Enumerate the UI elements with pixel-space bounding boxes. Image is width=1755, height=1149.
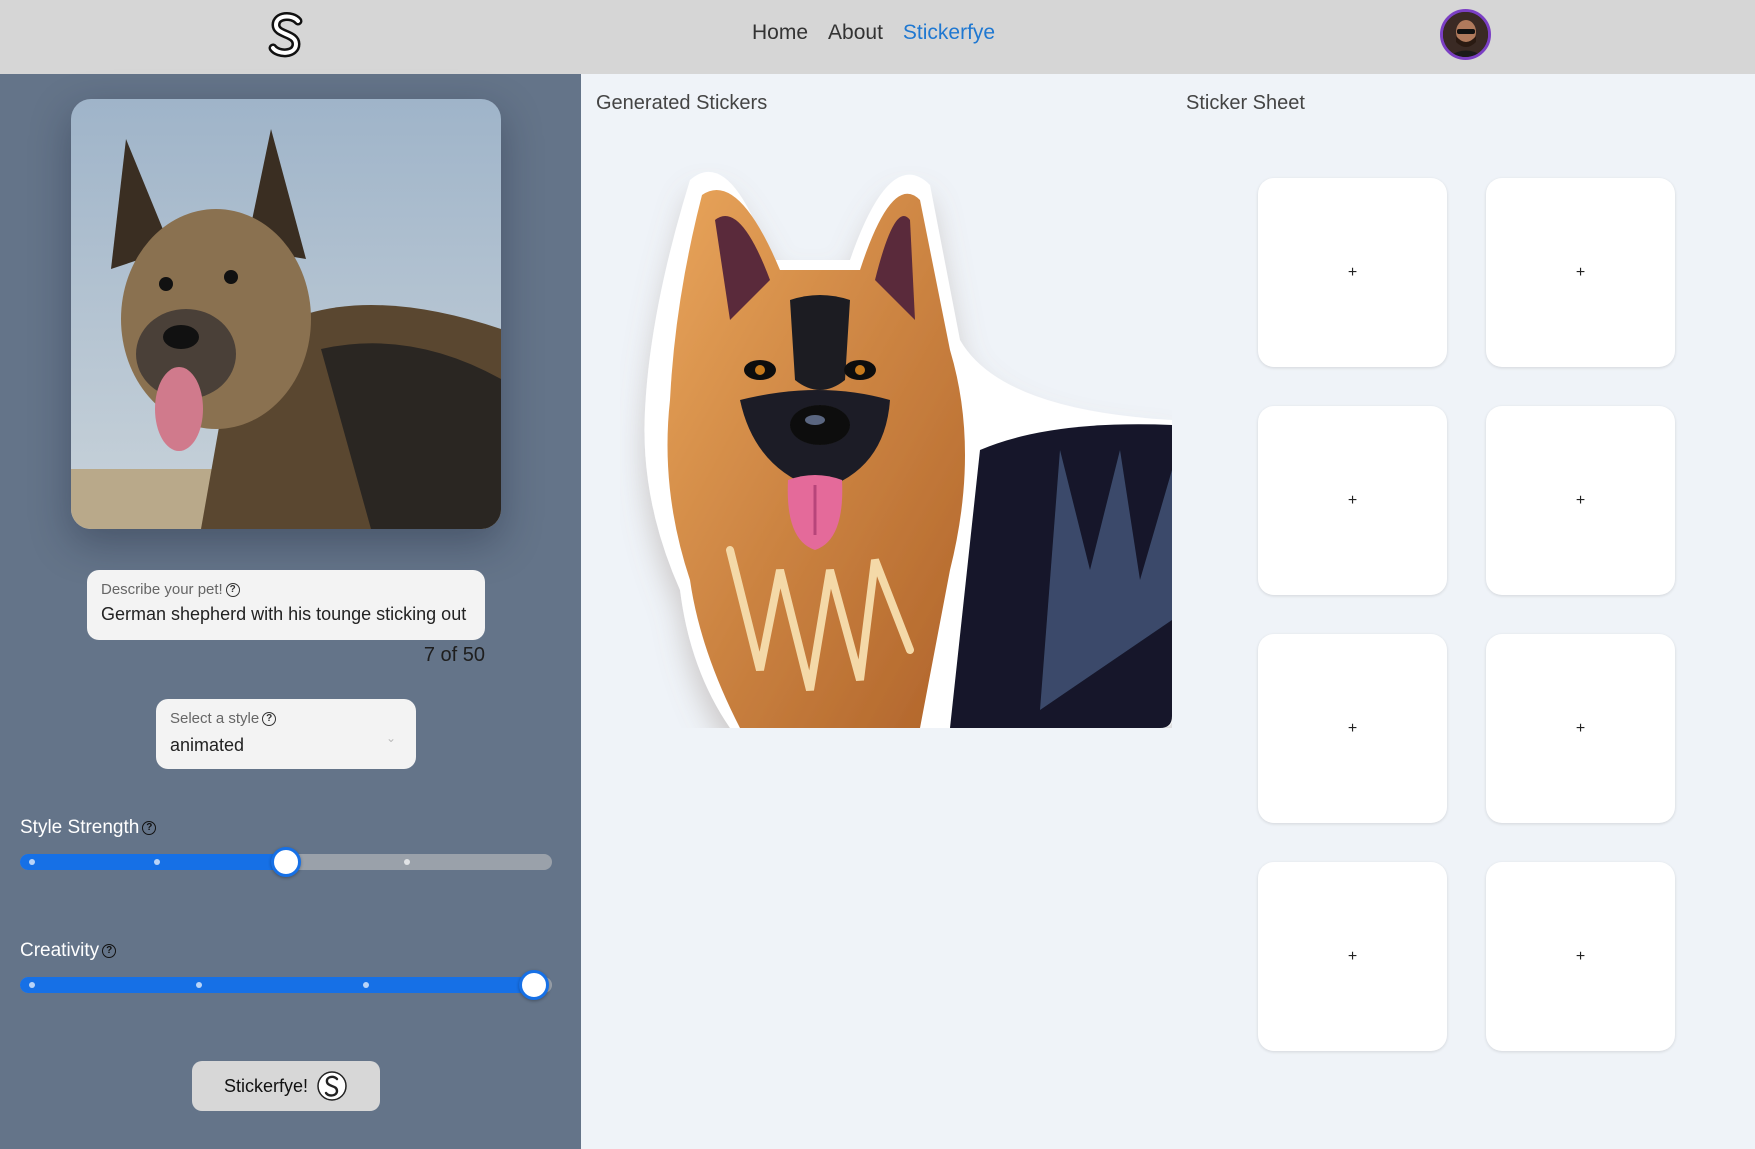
creativity-fill — [20, 977, 534, 993]
help-icon[interactable]: ? — [262, 711, 277, 726]
style-select[interactable]: Select a style ? animated ⌄ — [156, 699, 416, 769]
pet-description-input[interactable] — [101, 604, 473, 625]
sticker-slot[interactable]: + — [1258, 862, 1447, 1051]
input-sidebar: Describe your pet! ? 7 of 50 Select a st… — [0, 74, 581, 1149]
help-icon[interactable]: ? — [142, 821, 157, 835]
pet-description-field[interactable]: Describe your pet! ? — [87, 570, 485, 640]
style-strength-label: Style Strength ? — [20, 817, 157, 839]
sticker-slot[interactable]: + — [1486, 862, 1675, 1051]
generated-stickers-title: Generated Stickers — [596, 92, 768, 114]
sticker-slot[interactable]: + — [1258, 406, 1447, 595]
slider-tick — [154, 859, 160, 865]
creativity-thumb[interactable] — [519, 970, 549, 1000]
generated-sticker[interactable] — [620, 150, 1172, 729]
sticker-sheet-title: Sticker Sheet — [1186, 92, 1305, 114]
style-strength-fill — [20, 854, 286, 870]
pet-description-label: Describe your pet! ? — [101, 581, 240, 598]
nav-home-link[interactable]: Home — [752, 21, 808, 45]
sticker-slot[interactable]: + — [1258, 634, 1447, 823]
style-strength-slider[interactable] — [20, 847, 552, 877]
help-icon[interactable]: ? — [225, 582, 240, 597]
slider-tick — [196, 982, 202, 988]
top-nav-bar: Home About Stickerfye — [0, 0, 1755, 74]
sticker-slot[interactable]: + — [1258, 178, 1447, 367]
style-strength-thumb[interactable] — [271, 847, 301, 877]
slider-tick — [404, 859, 410, 865]
slider-tick — [29, 982, 35, 988]
stickerfye-button[interactable]: Stickerfye! — [192, 1061, 380, 1111]
main-nav: Home About Stickerfye — [752, 21, 995, 45]
user-avatar[interactable] — [1440, 9, 1491, 60]
help-icon[interactable]: ? — [102, 944, 117, 958]
stickerfye-logo-icon — [317, 1071, 347, 1101]
sticker-slot[interactable]: + — [1486, 406, 1675, 595]
nav-stickerfye-link[interactable]: Stickerfye — [903, 21, 995, 45]
sticker-slot[interactable]: + — [1486, 178, 1675, 367]
nav-about-link[interactable]: About — [828, 21, 883, 45]
slider-tick — [29, 859, 35, 865]
style-select-label: Select a style ? — [170, 710, 277, 727]
sticker-slot[interactable]: + — [1486, 634, 1675, 823]
slider-tick — [363, 982, 369, 988]
chevron-down-icon: ⌄ — [385, 731, 396, 745]
description-counter: 7 of 50 — [423, 644, 485, 666]
pet-photo — [71, 99, 501, 529]
creativity-label: Creativity ? — [20, 940, 117, 962]
style-select-value: animated — [170, 735, 245, 755]
stickerfye-logo[interactable] — [262, 11, 310, 59]
creativity-slider[interactable] — [20, 970, 552, 1000]
